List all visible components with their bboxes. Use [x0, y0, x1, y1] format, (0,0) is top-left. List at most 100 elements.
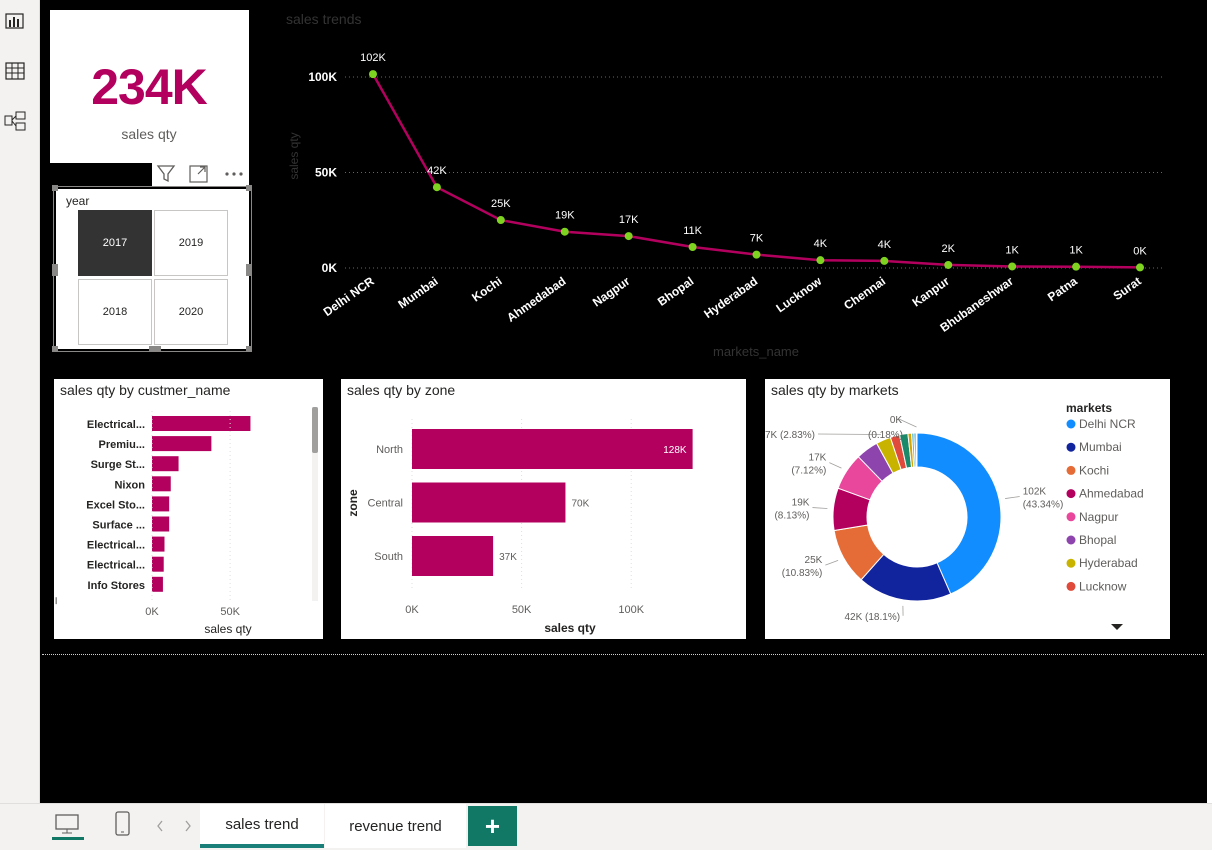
data-label: (8.13%): [774, 511, 809, 522]
slicer-tile-year[interactable]: 2019: [154, 210, 228, 276]
x-tick-label: Chennai: [841, 274, 888, 313]
legend-item: Delhi NCR: [1079, 417, 1136, 431]
customer-bar-chart: custmer_name sales qty Electrical... Prem…: [54, 407, 318, 639]
data-label: 11K: [683, 225, 702, 237]
bar: [152, 576, 163, 592]
more-options-icon[interactable]: [222, 163, 246, 185]
data-point: [432, 183, 441, 192]
x-tick-label: Nagpur: [590, 274, 633, 310]
x-tick-label: 0K: [405, 604, 419, 616]
data-label: 7K (2.83%): [765, 430, 815, 441]
data-point: [816, 256, 825, 265]
legend-scroll-down-icon[interactable]: [1111, 624, 1123, 630]
tab-sales-trend[interactable]: sales trend: [200, 804, 324, 848]
phone-icon[interactable]: [112, 810, 134, 838]
resize-handle[interactable]: [246, 346, 252, 352]
data-label: 19K: [555, 210, 575, 222]
slicer-tile-year[interactable]: 2018: [78, 279, 152, 345]
data-label: (7.12%): [791, 466, 826, 477]
y-axis-title: sales qty: [287, 132, 301, 179]
resize-handle[interactable]: [52, 346, 58, 352]
slicer-tile-year[interactable]: 2017: [78, 210, 152, 276]
kpi-label: sales qty: [121, 126, 177, 142]
legend-marker: [1066, 465, 1076, 475]
slicer-tile-year[interactable]: 2020: [154, 279, 228, 345]
x-tick-label: Mumbai: [395, 274, 440, 311]
scrollbar-thumb[interactable]: [312, 407, 318, 453]
data-label: 7K: [750, 233, 764, 245]
legend-item: Nagpur: [1079, 510, 1118, 524]
data-label: 17K: [619, 214, 639, 226]
resize-handle[interactable]: [246, 264, 252, 276]
category-label: Surge St...: [91, 459, 145, 471]
slicer-title: year: [66, 194, 90, 208]
customer-bar-card[interactable]: sales qty by custmer_name custmer_name s…: [54, 379, 323, 639]
bar: [412, 482, 566, 523]
leader-line: [825, 559, 839, 566]
y-tick-label: 50K: [315, 166, 337, 180]
bar: [152, 556, 164, 572]
data-point: [688, 242, 697, 251]
zone-bar-card[interactable]: sales qty by zone zone sales qty 0K 50K 10…: [341, 379, 746, 639]
data-label: 42K: [427, 165, 447, 177]
x-tick-label: Ahmedabad: [504, 274, 568, 325]
category-label: Electrical...: [87, 560, 145, 572]
data-label: 0K: [1133, 245, 1147, 257]
category-label: Premiu...: [99, 439, 145, 451]
bar: [152, 536, 165, 552]
data-label: 25K: [491, 198, 511, 210]
data-label: (43.34%): [1023, 500, 1064, 511]
x-tick-label: Delhi NCR: [321, 274, 377, 319]
x-tick-label: Kanpur: [910, 274, 953, 310]
data-label: 4K: [814, 238, 828, 250]
bar: [152, 456, 179, 472]
bar: [152, 436, 212, 452]
chevron-right-icon[interactable]: [182, 818, 194, 834]
data-point: [1072, 262, 1081, 271]
data-point: [752, 250, 761, 259]
x-axis-title: markets_name: [713, 344, 799, 359]
focus-mode-icon[interactable]: [187, 163, 211, 185]
bar: [412, 536, 494, 576]
markets-donut-card[interactable]: sales qty by markets 102K (43.34%) 42K (18…: [765, 379, 1170, 639]
legend-item: Mumbai: [1079, 440, 1122, 454]
data-label: 102K: [360, 52, 386, 64]
resize-handle[interactable]: [149, 346, 161, 352]
resize-handle[interactable]: [246, 185, 252, 191]
legend-marker: [1066, 442, 1076, 452]
bar: [412, 429, 693, 469]
add-page-button[interactable]: +: [468, 806, 517, 846]
data-label: 1K: [1005, 244, 1019, 256]
tab-revenue-trend[interactable]: revenue trend: [325, 804, 466, 848]
filter-icon[interactable]: [154, 163, 178, 185]
category-label: Surface ...: [92, 520, 145, 532]
data-point: [560, 227, 569, 236]
bar: [152, 416, 251, 431]
category-label: Electrical...: [87, 540, 145, 552]
canvas-scrollbar[interactable]: [1207, 0, 1212, 803]
kpi-card[interactable]: 234K sales qty: [50, 10, 249, 163]
resize-handle[interactable]: [52, 185, 58, 191]
data-label: 2K: [942, 243, 956, 255]
desktop-icon[interactable]: [52, 812, 84, 840]
x-tick-label: Bhopal: [655, 274, 696, 309]
markets-donut-chart: 102K (43.34%) 42K (18.1%) 25K (10.83%) 19K (8.…: [765, 401, 1144, 630]
data-label: (10.83%): [782, 568, 823, 579]
leader-line: [812, 507, 828, 509]
bar: [152, 476, 171, 492]
x-axis-title: sales qty: [544, 621, 596, 635]
table-icon[interactable]: [4, 60, 26, 82]
x-tick-label: Kochi: [469, 274, 504, 305]
kpi-value: 234K: [91, 59, 208, 115]
sales-trends-line-chart[interactable]: sales trends sales qty markets_name 0K 50…: [270, 0, 1175, 370]
chevron-left-icon[interactable]: [154, 818, 166, 834]
bar-chart-icon[interactable]: [4, 10, 26, 32]
data-point: [369, 70, 377, 79]
visual-header-toolbar: [152, 162, 249, 186]
legend-marker: [1066, 419, 1076, 429]
model-icon[interactable]: [4, 110, 26, 132]
year-slicer[interactable]: year 2017 2019 2018 2020: [56, 189, 249, 349]
data-point: [944, 260, 953, 269]
data-label: 102K: [1023, 487, 1047, 498]
resize-handle[interactable]: [52, 264, 58, 276]
